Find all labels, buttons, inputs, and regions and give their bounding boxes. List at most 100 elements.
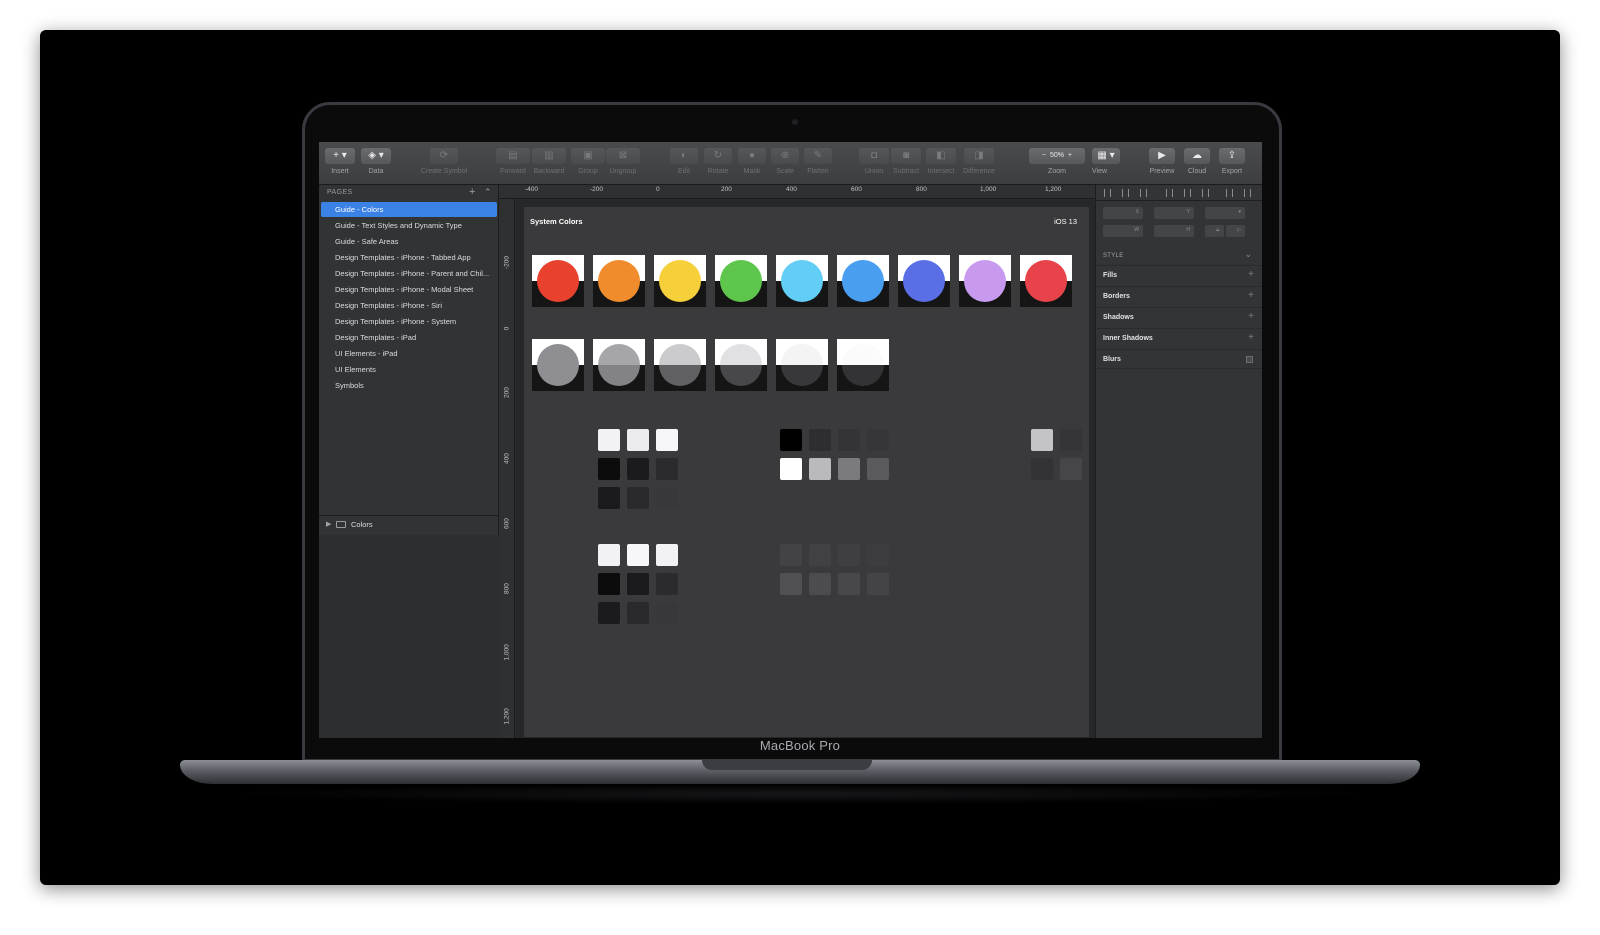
fill-swatch[interactable] — [867, 573, 889, 595]
export-tool[interactable]: ⇪ Export — [1217, 148, 1247, 175]
grouped-bg-swatch[interactable] — [627, 544, 649, 566]
swatch-system-gray2[interactable] — [593, 339, 645, 391]
swatch-system-orange[interactable] — [593, 255, 645, 307]
fill-swatch[interactable] — [838, 573, 860, 595]
bg-swatch[interactable] — [656, 458, 678, 480]
canvas[interactable]: System Colors iOS 13 — [516, 200, 1095, 738]
separator-swatch[interactable] — [1060, 429, 1082, 451]
grouped-bg-swatch[interactable] — [656, 602, 678, 624]
height-field[interactable]: H — [1154, 225, 1194, 237]
page-item[interactable]: Design Templates - iPhone - System — [321, 314, 497, 329]
swatch-system-gray5[interactable] — [776, 339, 828, 391]
fill-swatch[interactable] — [838, 544, 860, 566]
swatch-system-gray[interactable] — [532, 339, 584, 391]
shadows-row[interactable]: Shadows + — [1096, 307, 1262, 327]
label-swatch[interactable] — [809, 429, 831, 451]
union-tool[interactable]: ◘ Union — [859, 148, 889, 175]
width-field[interactable]: W — [1103, 225, 1143, 237]
grouped-bg-swatch[interactable] — [627, 602, 649, 624]
blurs-row[interactable]: Blurs — [1096, 349, 1262, 369]
add-shadow-icon[interactable]: + — [1248, 311, 1254, 322]
bg-swatch[interactable] — [627, 429, 649, 451]
grouped-bg-swatch[interactable] — [656, 544, 678, 566]
zoom-control[interactable]: − 50% + Zoom — [1028, 148, 1086, 175]
distribute-vertical-icon[interactable] — [1244, 189, 1251, 197]
swatch-system-pink[interactable] — [1020, 255, 1072, 307]
ungroup-tool[interactable]: ⊠ Ungroup — [605, 148, 641, 175]
data-tool[interactable]: ◈ ▾ Data — [361, 148, 391, 175]
blur-checkbox[interactable] — [1246, 356, 1253, 363]
layer-row[interactable]: ▶ Colors — [319, 517, 499, 533]
borders-row[interactable]: Borders + — [1096, 286, 1262, 306]
ruler-horizontal[interactable]: -400 -200 0 200 400 600 800 1,000 1,200 — [499, 185, 1095, 199]
label-swatch[interactable] — [867, 429, 889, 451]
grouped-bg-swatch[interactable] — [598, 573, 620, 595]
swatch-system-gray3[interactable] — [654, 339, 706, 391]
flip-horizontal-button[interactable]: ⟁ — [1205, 225, 1224, 237]
page-item[interactable]: Design Templates - iPhone - Siri — [321, 298, 497, 313]
bg-swatch[interactable] — [656, 429, 678, 451]
insert-tool[interactable]: + ▾ Insert — [325, 148, 355, 175]
page-item[interactable]: Design Templates - iPhone - Modal Sheet — [321, 282, 497, 297]
disclosure-triangle-icon[interactable]: ▶ — [326, 517, 331, 533]
bg-swatch[interactable] — [627, 458, 649, 480]
inner-shadows-row[interactable]: Inner Shadows + — [1096, 328, 1262, 348]
forward-tool[interactable]: ▤ Forward — [495, 148, 531, 175]
subtract-tool[interactable]: ◙ Subtract — [891, 148, 921, 175]
swatch-system-yellow[interactable] — [654, 255, 706, 307]
bg-swatch[interactable] — [656, 487, 678, 509]
fill-swatch[interactable] — [809, 544, 831, 566]
rotate-tool[interactable]: ↻ Rotate — [703, 148, 733, 175]
page-item[interactable]: Guide - Colors — [321, 202, 497, 217]
page-item[interactable]: Design Templates - iPhone - Parent and C… — [321, 266, 497, 281]
swatch-system-gray6[interactable] — [837, 339, 889, 391]
swatch-system-green[interactable] — [715, 255, 767, 307]
swatch-system-blue[interactable] — [837, 255, 889, 307]
page-item[interactable]: Guide - Text Styles and Dynamic Type — [321, 218, 497, 233]
page-item[interactable]: Guide - Safe Areas — [321, 234, 497, 249]
add-fill-icon[interactable]: + — [1248, 269, 1254, 280]
align-top-icon[interactable] — [1166, 189, 1173, 197]
edit-tool[interactable]: ◐ Edit — [669, 148, 699, 175]
label-swatch[interactable] — [780, 458, 802, 480]
separator-swatch[interactable] — [1060, 458, 1082, 480]
group-tool[interactable]: ▣ Group — [571, 148, 605, 175]
swatch-system-teal[interactable] — [776, 255, 828, 307]
view-tool[interactable]: ▦ ▾ View — [1092, 148, 1120, 175]
y-field[interactable]: Y — [1154, 207, 1194, 219]
flatten-tool[interactable]: ✎ Flatten — [803, 148, 833, 175]
mask-tool[interactable]: ● Mask — [737, 148, 767, 175]
add-page-icon[interactable]: + — [469, 186, 475, 198]
difference-tool[interactable]: ◨ Difference — [959, 148, 999, 175]
swatch-system-gray4[interactable] — [715, 339, 767, 391]
grouped-bg-swatch[interactable] — [598, 544, 620, 566]
fills-row[interactable]: Fills + — [1096, 265, 1262, 285]
label-swatch[interactable] — [780, 429, 802, 451]
separator-swatch[interactable] — [1031, 429, 1053, 451]
artboard-colors[interactable]: System Colors iOS 13 — [524, 207, 1089, 737]
align-left-icon[interactable] — [1104, 189, 1111, 197]
grouped-bg-swatch[interactable] — [598, 602, 620, 624]
align-right-icon[interactable] — [1140, 189, 1147, 197]
swatch-system-indigo[interactable] — [898, 255, 950, 307]
collapse-icon[interactable]: ⌃ — [484, 187, 492, 198]
create-symbol-tool[interactable]: ⟳ Create Symbol — [419, 148, 469, 175]
x-field[interactable]: X — [1103, 207, 1143, 219]
page-item[interactable]: UI Elements — [321, 362, 497, 377]
swatch-system-red[interactable] — [532, 255, 584, 307]
bg-swatch[interactable] — [598, 429, 620, 451]
align-middle-icon[interactable] — [1184, 189, 1191, 197]
zoom-out-icon[interactable]: − — [1042, 152, 1046, 159]
zoom-in-icon[interactable]: + — [1068, 152, 1072, 159]
add-border-icon[interactable]: + — [1248, 290, 1254, 301]
page-item[interactable]: UI Elements - iPad — [321, 346, 497, 361]
separator-swatch[interactable] — [1031, 458, 1053, 480]
fill-swatch[interactable] — [780, 544, 802, 566]
fill-swatch[interactable] — [867, 544, 889, 566]
ruler-vertical[interactable]: -200 0 200 400 600 800 1,000 1,200 — [499, 199, 515, 738]
bg-swatch[interactable] — [627, 487, 649, 509]
page-item[interactable]: Symbols — [321, 378, 497, 393]
distribute-horizontal-icon[interactable] — [1226, 189, 1233, 197]
add-inner-shadow-icon[interactable]: + — [1248, 332, 1254, 343]
scale-tool[interactable]: ⊕ Scale — [770, 148, 800, 175]
